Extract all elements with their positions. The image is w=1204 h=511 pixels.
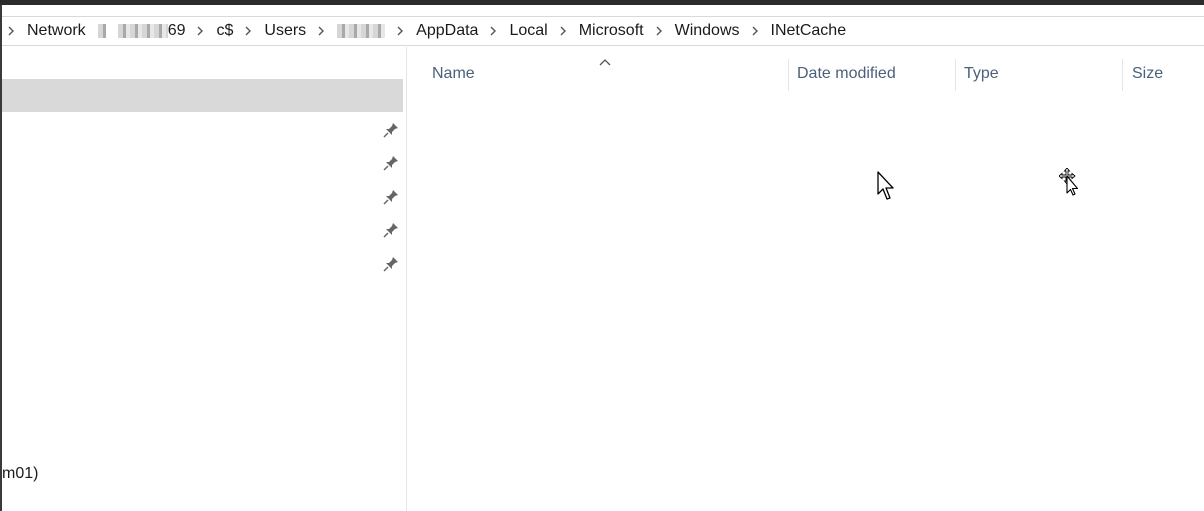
breadcrumb-username[interactable] [337, 22, 386, 40]
breadcrumb-host[interactable]: 69 [117, 22, 186, 40]
chevron-right-icon[interactable] [306, 26, 337, 36]
breadcrumb-microsoft[interactable]: Microsoft [579, 22, 644, 40]
file-list[interactable]: Name Date modified Type Size [407, 47, 1204, 511]
breadcrumb-appdata[interactable]: AppData [416, 22, 478, 40]
breadcrumb-share[interactable]: c$ [216, 22, 233, 40]
breadcrumb-users[interactable]: Users [264, 22, 306, 40]
sort-ascending-icon [599, 53, 611, 66]
move-cursor-icon [1058, 167, 1081, 201]
pin-icon[interactable] [382, 255, 400, 273]
column-divider[interactable] [955, 59, 956, 91]
breadcrumb-local[interactable]: Local [509, 22, 547, 40]
breadcrumb-windows[interactable]: Windows [675, 22, 740, 40]
breadcrumb[interactable]: Network 69 c$ Users AppData Local Micros… [2, 16, 1204, 46]
chevron-right-icon[interactable] [644, 26, 675, 36]
column-divider[interactable] [1122, 59, 1123, 91]
redacted-text [117, 23, 168, 38]
chevron-right-icon[interactable] [740, 26, 771, 36]
window-top-border [0, 0, 1204, 5]
breadcrumb-inetcache[interactable]: INetCache [771, 22, 847, 40]
nav-item-label[interactable]: m01) [2, 465, 38, 483]
redacted-text [97, 24, 106, 38]
column-header-date-modified[interactable]: Date modified [797, 65, 896, 83]
pin-icon[interactable] [382, 188, 400, 206]
arrow-cursor-icon [877, 171, 895, 206]
chevron-right-icon[interactable] [185, 26, 216, 36]
column-header-name[interactable]: Name [432, 65, 475, 83]
breadcrumb-network[interactable]: Network [27, 22, 86, 40]
chevron-right-icon[interactable] [478, 26, 509, 36]
chevron-right-icon[interactable] [548, 26, 579, 36]
redacted-text [337, 23, 386, 38]
pin-icon[interactable] [382, 154, 400, 172]
pin-icon[interactable] [382, 221, 400, 239]
column-divider[interactable] [788, 59, 789, 91]
chevron-right-icon[interactable] [86, 24, 118, 38]
column-header-type[interactable]: Type [964, 65, 999, 83]
chevron-right-icon[interactable] [2, 26, 27, 36]
navigation-pane[interactable]: m01) [2, 47, 406, 511]
pin-icon[interactable] [382, 121, 400, 139]
chevron-right-icon[interactable] [233, 26, 264, 36]
breadcrumb-host-suffix: 69 [167, 22, 186, 39]
column-header-size[interactable]: Size [1132, 65, 1163, 83]
chevron-right-icon[interactable] [385, 26, 416, 36]
nav-item-selected[interactable] [2, 79, 403, 112]
